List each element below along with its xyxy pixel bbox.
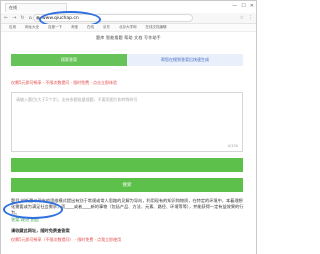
tab-search-answer[interactable]: 搜索答案 <box>11 54 127 66</box>
forward-icon[interactable]: → <box>12 15 16 21</box>
input-placeholder: 请输入题目(大于5个字)，支持多题批量搜题，不要用图片和特殊符号 <box>16 97 138 102</box>
bookmark-item[interactable]: 应用 <box>9 25 16 30</box>
generate-button[interactable] <box>11 158 243 172</box>
browser-window: 在线 — ☐ ✕ ← → ↻ ⌂ ● www.qiuchap.cn ☆ ⋮ 应用… <box>0 0 257 254</box>
answer-result[interactable]: 答案:改进 创造 <box>11 217 245 223</box>
home-icon[interactable]: ⌂ <box>29 15 32 21</box>
browser-tab[interactable]: 在线 <box>5 3 67 12</box>
footer-title: 请收藏此网址，随时免费查答案 <box>11 228 70 233</box>
close-icon[interactable]: ✕ <box>250 3 254 9</box>
question-input[interactable]: 请输入题目(大于5个字)，支持多题批量搜题，不要用图片和特殊符号 0/150 <box>11 92 243 152</box>
bookmark-item[interactable]: 在线文档编辑 <box>146 25 167 30</box>
url-field[interactable]: ● www.qiuchap.cn <box>33 14 193 22</box>
bookmark-item[interactable]: 北京大学网 <box>119 25 137 30</box>
maximize-icon[interactable]: ☐ <box>241 3 245 9</box>
bookmark-star-icon[interactable]: ☆ <box>240 15 244 21</box>
bookmark-item[interactable]: 在线 <box>87 25 94 30</box>
bookmark-item[interactable]: 京东 <box>103 25 110 30</box>
address-bar: ← → ↻ ⌂ ● www.qiuchap.cn ☆ ⋮ <box>1 13 256 24</box>
search-tabs: 搜索答案 帮您在搜到答案后快速生成 <box>11 54 243 66</box>
answer-text: 题目:创新是以现有的思维模式提出有别于常规或常人思路的见解为导向，利用现有的知识… <box>11 198 244 216</box>
nav-buttons: ← → ↻ ⌂ <box>4 15 32 21</box>
menu-icon[interactable]: ⋮ <box>248 15 253 21</box>
bookmark-item[interactable]: 网址大全 <box>25 25 39 30</box>
tab-label: 帮您在搜到答案后快速生成 <box>161 57 209 62</box>
page-content: 题库 智能搜题 帮助 文档 写作助手 搜索答案 帮您在搜到答案后快速生成 仅需5… <box>1 32 256 254</box>
tab-label: 搜索答案 <box>61 57 77 62</box>
bookmarks-bar: 应用 网址大全 百度一下 淘宝 在线 京东 北京大学网 在线文档编辑 <box>1 24 256 32</box>
bookmark-item[interactable]: 淘宝 <box>71 25 78 30</box>
tab-title: 在线 <box>9 5 17 10</box>
search-button[interactable]: 搜索 <box>11 178 243 192</box>
window-controls: — ☐ ✕ <box>232 3 254 9</box>
top-navigation[interactable]: 题库 智能搜题 帮助 文档 写作助手 <box>1 35 256 41</box>
minimize-icon[interactable]: — <box>232 3 237 9</box>
title-bar: 在线 — ☐ ✕ <box>1 1 256 13</box>
promo-link[interactable]: 仅需5元即可畅享 · 不限次数提问 · 限时免费 · 点击立即体验 <box>11 80 117 86</box>
back-icon[interactable]: ← <box>4 15 8 21</box>
reload-icon[interactable]: ↻ <box>20 15 24 21</box>
address-actions: ☆ ⋮ <box>240 15 253 21</box>
lock-icon: ● <box>36 16 40 21</box>
char-counter: 0/150 <box>227 144 238 148</box>
answer-block: 题目:创新是以现有的思维模式提出有别于常规或常人思路的见解为导向，利用现有的知识… <box>11 198 245 223</box>
url-text: www.qiuchap.cn <box>42 16 79 21</box>
footer-link[interactable]: 仅需5元即可畅享（不限次数提问） · 限时免费 · 点我立即使用 <box>11 237 121 243</box>
bookmark-item[interactable]: 百度一下 <box>48 25 62 30</box>
tab-generate[interactable]: 帮您在搜到答案后快速生成 <box>127 54 243 66</box>
